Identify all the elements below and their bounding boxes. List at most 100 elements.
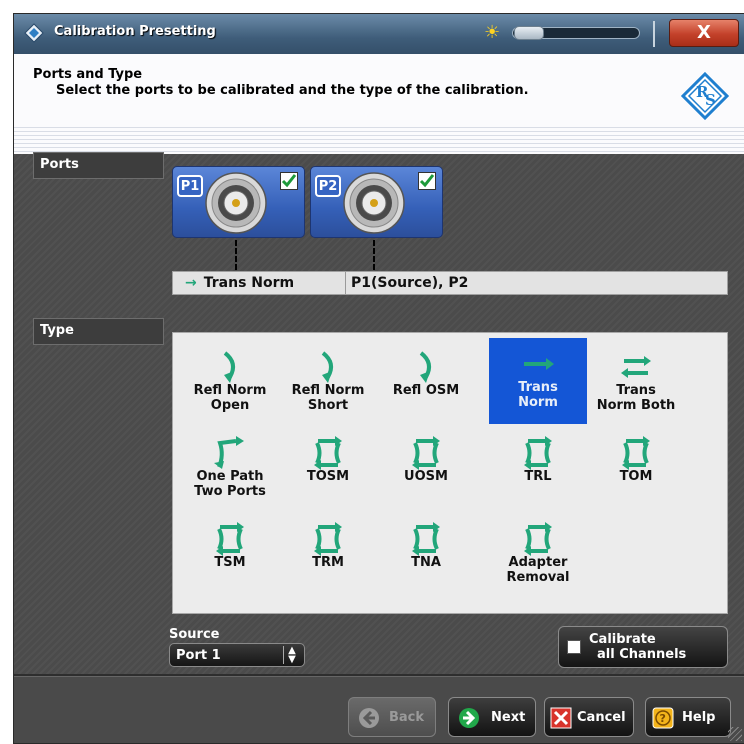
help-icon: ? <box>652 707 674 729</box>
calibration-type-option[interactable]: Trans Norm <box>489 338 587 424</box>
cancel-button[interactable]: Cancel <box>544 697 634 737</box>
page-title: Ports and Type <box>33 67 143 82</box>
type-label-line1: Trans <box>518 380 558 395</box>
trans-arrow-icon: → <box>185 275 197 291</box>
type-label-line1: Refl Norm <box>193 383 267 398</box>
two-port-loop-icon <box>314 436 342 470</box>
connection-ports: P1(Source), P2 <box>351 275 469 291</box>
header-decoration <box>14 124 744 154</box>
port-1-badge: P1 <box>177 175 203 197</box>
calibration-type-label: TSM <box>181 555 279 570</box>
calibration-type-option[interactable]: TOM <box>587 427 685 513</box>
type-label-line1: TOSM <box>306 469 350 484</box>
refl-arrow-icon <box>223 351 236 383</box>
port-2-connection-line <box>373 240 375 270</box>
port-1-card[interactable]: P1 <box>172 166 305 238</box>
cancel-label: Cancel <box>577 710 626 725</box>
calibration-type-panel: Refl Norm Open Refl Norm Short Refl OSM Trans… <box>172 332 728 614</box>
calibration-type-option[interactable]: UOSM <box>377 427 475 513</box>
page-header: Ports and Type Select the ports to be ca… <box>14 54 744 154</box>
type-section-label: Type <box>33 318 164 345</box>
type-label-line1: TRM <box>312 555 344 570</box>
calibration-type-option[interactable]: TNA <box>377 513 475 599</box>
refl-arrow-icon <box>419 351 432 383</box>
type-label-line1: TSM <box>214 555 246 570</box>
help-label: Help <box>682 710 716 725</box>
calibration-type-option[interactable]: Refl Norm Open <box>181 341 279 427</box>
calibration-type-label: TNA <box>377 555 475 570</box>
port-2-card[interactable]: P2 <box>310 166 443 238</box>
source-value: Port 1 <box>176 648 221 663</box>
svg-text:S: S <box>705 91 716 109</box>
close-button[interactable]: X <box>669 19 739 47</box>
type-label-line1: Refl Norm <box>291 383 365 398</box>
type-label-line2: Norm Both <box>596 398 676 413</box>
two-port-loop-icon <box>524 436 552 470</box>
brightness-slider-thumb[interactable] <box>514 26 544 40</box>
two-port-loop-icon <box>412 522 440 556</box>
calibration-type-option[interactable]: Refl OSM <box>377 341 475 427</box>
port-1-connection-line <box>235 240 237 270</box>
two-port-loop-icon <box>524 522 552 556</box>
connection-type: → Trans Norm <box>173 272 346 294</box>
port-connector-icon <box>343 172 405 234</box>
calibration-type-option[interactable]: TRL <box>489 427 587 513</box>
type-label-line1: TNA <box>411 555 441 570</box>
back-button[interactable]: Back <box>348 697 436 737</box>
calibration-type-label: Refl Norm Short <box>279 383 377 413</box>
app-icon <box>24 23 44 43</box>
source-spinner-icon[interactable]: ▲ ▼ <box>283 646 300 665</box>
refl-arrow-icon <box>321 351 334 383</box>
next-button[interactable]: Next <box>448 697 536 737</box>
port-1-checkbox[interactable] <box>280 172 298 190</box>
calibration-type-label: Trans Norm <box>489 380 587 410</box>
calibrate-all-checkbox[interactable] <box>567 640 581 654</box>
next-arrow-icon <box>459 708 479 728</box>
port-2-checkbox[interactable] <box>418 172 436 190</box>
calibration-type-option[interactable]: Trans Norm Both <box>587 341 685 427</box>
help-button[interactable]: ? Help <box>645 697 731 737</box>
trans-both-arrows-icon <box>621 356 651 378</box>
calibration-type-label: Refl OSM <box>377 383 475 398</box>
resize-grip[interactable] <box>728 727 742 741</box>
calibration-type-label: Refl Norm Open <box>181 383 279 413</box>
port-2-badge: P2 <box>315 175 341 197</box>
page-subtitle: Select the ports to be calibrated and th… <box>56 83 529 98</box>
two-port-loop-icon <box>412 436 440 470</box>
type-label-line1: TRL <box>524 469 552 484</box>
type-label-line1: Trans <box>616 383 656 398</box>
calibration-type-option[interactable]: Refl Norm Short <box>279 341 377 427</box>
calibration-type-option[interactable]: One Path Two Ports <box>181 427 279 513</box>
brightness-icon: ☀ <box>484 22 501 43</box>
back-arrow-icon <box>359 708 379 728</box>
type-label-line2: Short <box>307 398 349 413</box>
calibration-type-label: TOM <box>587 469 685 484</box>
one-path-arrow-icon <box>214 436 244 469</box>
type-label-line2: Removal <box>506 570 570 585</box>
footer-separator <box>14 674 744 677</box>
calibration-type-option[interactable]: TRM <box>279 513 377 599</box>
connection-summary[interactable]: → Trans Norm P1(Source), P2 <box>172 271 728 295</box>
calibration-type-option[interactable]: TSM <box>181 513 279 599</box>
next-label: Next <box>491 710 526 725</box>
title-bar: Calibration Presetting ☀ X <box>14 14 744 54</box>
calibration-type-label: TOSM <box>279 469 377 484</box>
calibrate-all-line1: Calibrate <box>589 632 656 647</box>
connection-type-label: Trans Norm <box>203 275 295 291</box>
cancel-x-icon <box>550 707 572 729</box>
two-port-loop-icon <box>314 522 342 556</box>
back-label: Back <box>389 710 425 725</box>
calibrate-all-channels-toggle[interactable]: Calibrate all Channels <box>558 626 728 668</box>
calibration-type-label: TRM <box>279 555 377 570</box>
title-separator <box>653 21 655 47</box>
two-port-loop-icon <box>622 436 650 470</box>
port-connector-icon <box>205 172 267 234</box>
calibration-type-label: TRL <box>489 469 587 484</box>
calibration-type-label: Adapter Removal <box>489 555 587 585</box>
calibration-type-option[interactable]: TOSM <box>279 427 377 513</box>
calibration-type-option[interactable]: Adapter Removal <box>489 513 587 599</box>
svg-text:?: ? <box>660 712 666 725</box>
source-select[interactable]: Port 1 ▲ ▼ <box>169 643 305 667</box>
ports-section-label: Ports <box>33 152 164 179</box>
trans-arrow-icon <box>524 358 554 370</box>
